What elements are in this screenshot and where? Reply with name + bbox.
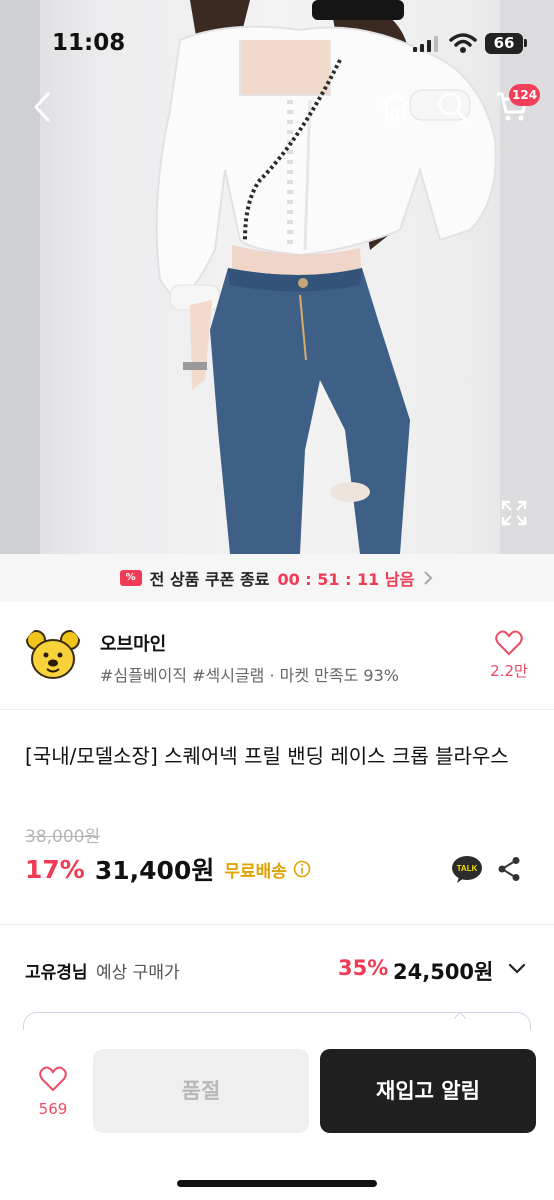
heart-icon — [39, 1066, 67, 1092]
status-bar: 11:08 66 — [0, 0, 554, 88]
member-discount: 35% — [338, 956, 389, 980]
coupon-label: 전 상품 쿠폰 종료 — [149, 570, 270, 589]
wish-button[interactable]: 569 — [30, 1066, 76, 1118]
wifi-icon — [449, 33, 477, 53]
coupon-banner[interactable]: % 전 상품 쿠폰 종료 00 : 51 : 11 남음 — [0, 554, 554, 602]
cart-count-badge: 124 — [509, 84, 541, 106]
member-price: 24,500원 — [393, 960, 494, 984]
sold-out-button[interactable]: 품절 — [93, 1049, 309, 1133]
seller-row[interactable]: 오브마인 #심플베이직 #섹시글램 · 마켓 만족도 93% 2.2만 — [0, 602, 554, 710]
coupon-ticket-icon: % — [119, 570, 142, 586]
battery-indicator: 66 — [485, 33, 523, 54]
restock-alert-button[interactable]: 재입고 알림 — [320, 1049, 536, 1133]
seller-name[interactable]: 오브마인 — [100, 630, 166, 656]
bear-logo-icon — [26, 630, 80, 679]
expand-icon[interactable] — [500, 499, 528, 527]
search-icon[interactable] — [434, 88, 470, 124]
seller-avatar[interactable] — [22, 624, 84, 686]
wish-count: 569 — [38, 1100, 68, 1118]
discount-rate: 17% — [25, 854, 85, 884]
kakao-talk-icon[interactable]: TALK — [451, 855, 483, 883]
chevron-down-icon[interactable] — [507, 962, 527, 976]
share-icon[interactable] — [497, 856, 521, 882]
heart-icon[interactable] — [495, 630, 523, 656]
price-row: 17% 31,400원 무료배송 — [25, 852, 311, 886]
info-icon[interactable] — [293, 860, 311, 878]
member-price-row[interactable]: 고유경님 예상 구매가 35% 24,500원 — [25, 956, 530, 984]
free-shipping-label: 무료배송 — [224, 861, 287, 882]
status-time: 11:08 — [52, 30, 126, 56]
section-divider — [0, 924, 554, 925]
product-photo[interactable]: 11:08 66 124 — [0, 0, 554, 554]
home-indicator — [177, 1180, 377, 1187]
chevron-right-icon — [424, 571, 433, 585]
kakao-talk-label: TALK — [457, 864, 478, 873]
seller-like-count: 2.2만 — [490, 662, 528, 680]
sale-price: 31,400원 — [94, 856, 215, 885]
back-icon[interactable] — [28, 90, 56, 124]
member-name: 고유경님 — [25, 963, 88, 983]
member-price-label: 예상 구매가 — [96, 963, 180, 983]
original-price: 38,000원 — [25, 827, 101, 847]
home-icon[interactable] — [377, 88, 413, 124]
panel-notch — [454, 1012, 466, 1019]
seller-tags: #심플베이직 #섹시글램 · 마켓 만족도 93% — [100, 666, 399, 685]
coupon-timer: 00 : 51 : 11 남음 — [277, 570, 415, 589]
signal-icon — [413, 36, 438, 52]
bottom-action-bar: 569 품절 재입고 알림 — [0, 1030, 554, 1200]
product-title: [국내/모델소장] 스퀘어넥 프릴 밴딩 레이스 크롭 블라우스 — [25, 744, 509, 768]
battery-tip — [524, 39, 527, 47]
